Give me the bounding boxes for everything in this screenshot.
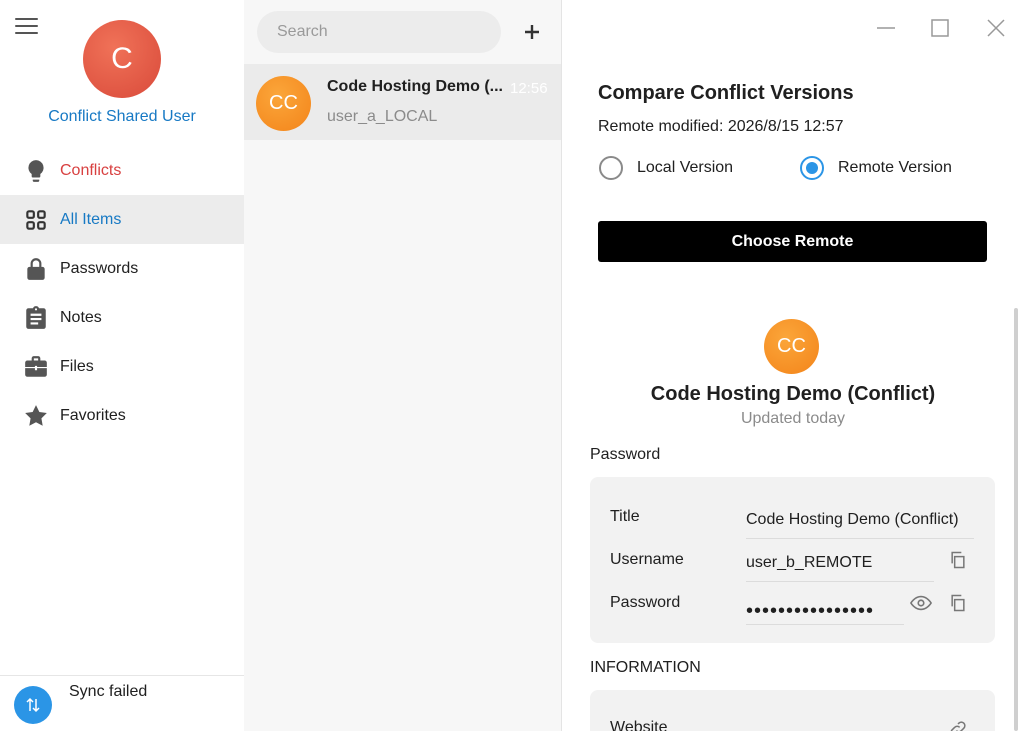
bulb-icon <box>0 158 60 184</box>
information-card: Website <box>590 690 995 731</box>
sync-icon[interactable] <box>14 686 52 724</box>
password-label: Password <box>610 594 681 611</box>
profile-name[interactable]: Conflict Shared User <box>0 108 244 126</box>
radio-circle <box>800 156 824 180</box>
link-icon[interactable] <box>947 718 969 731</box>
item-avatar: CC <box>256 76 311 131</box>
password-field[interactable]: •••••••••••••••• <box>746 597 904 625</box>
scrollbar[interactable] <box>1014 308 1018 731</box>
sidebar-item-label: Conflicts <box>60 161 122 179</box>
add-icon[interactable] <box>520 20 544 44</box>
sidebar-item-label: Passwords <box>60 259 139 277</box>
compare-title: Compare Conflict Versions <box>598 82 854 104</box>
grid-icon <box>0 207 60 233</box>
item-avatar: CC <box>764 319 819 374</box>
item-time: 12:56 <box>510 80 548 97</box>
sidebar-item-label: Favorites <box>60 406 126 424</box>
item-title: Code Hosting Demo (... <box>327 78 502 95</box>
sidebar-item-favorites[interactable]: Favorites <box>0 391 244 440</box>
menu-icon[interactable] <box>15 18 38 36</box>
list-item[interactable]: CC Code Hosting Demo (... 12:56 user_a_L… <box>244 64 561 140</box>
radio-remote-version[interactable]: Remote Version <box>800 156 952 180</box>
eye-icon[interactable] <box>910 592 932 614</box>
radio-local-version[interactable]: Local Version <box>599 156 733 180</box>
item-updated: Updated today <box>740 410 846 427</box>
briefcase-icon <box>0 354 60 380</box>
radio-circle <box>599 156 623 180</box>
choose-remote-button[interactable]: Choose Remote <box>598 221 987 262</box>
star-icon <box>0 403 60 429</box>
close-icon[interactable] <box>984 16 1008 40</box>
sidebar: C Conflict Shared User Conflicts All Ite… <box>0 0 244 731</box>
title-field[interactable]: Code Hosting Demo (Conflict) <box>746 511 974 539</box>
password-section-label: Password <box>590 446 661 463</box>
minimize-icon[interactable] <box>874 16 898 40</box>
password-card: Title Code Hosting Demo (Conflict) Usern… <box>590 477 995 643</box>
sidebar-item-files[interactable]: Files <box>0 342 244 391</box>
item-title: Code Hosting Demo (Conflict) <box>650 383 936 405</box>
title-label: Title <box>610 508 640 525</box>
item-list-panel: CC Code Hosting Demo (... 12:56 user_a_L… <box>244 0 562 731</box>
sidebar-item-conflicts[interactable]: Conflicts <box>0 146 244 195</box>
website-label: Website <box>610 719 668 731</box>
radio-label: Remote Version <box>838 159 952 176</box>
maximize-icon[interactable] <box>928 16 952 40</box>
remote-modified-text: Remote modified: 2026/8/15 12:57 <box>598 118 844 135</box>
sidebar-item-notes[interactable]: Notes <box>0 293 244 342</box>
sidebar-item-all-items[interactable]: All Items <box>0 195 244 244</box>
clipboard-icon <box>0 305 60 331</box>
lock-icon <box>0 256 60 282</box>
sidebar-item-passwords[interactable]: Passwords <box>0 244 244 293</box>
copy-icon[interactable] <box>947 549 969 571</box>
sync-status-text: Sync failed <box>69 683 148 700</box>
sidebar-item-label: Files <box>60 357 94 375</box>
detail-panel: Compare Conflict Versions Remote modifie… <box>562 0 1024 731</box>
username-label: Username <box>610 551 684 568</box>
profile-avatar[interactable]: C <box>83 20 161 98</box>
sidebar-item-label: Notes <box>60 308 102 326</box>
information-section-label: INFORMATION <box>590 659 701 676</box>
username-field[interactable]: user_b_REMOTE <box>746 554 934 582</box>
sidebar-nav: Conflicts All Items Passwords Notes File… <box>0 146 244 440</box>
sync-status-bar: Sync failed <box>0 675 244 731</box>
search-input[interactable] <box>257 11 501 53</box>
sidebar-item-label: All Items <box>60 210 122 228</box>
radio-label: Local Version <box>637 159 734 176</box>
item-subtitle: user_a_LOCAL <box>327 108 438 125</box>
copy-icon[interactable] <box>947 592 969 614</box>
